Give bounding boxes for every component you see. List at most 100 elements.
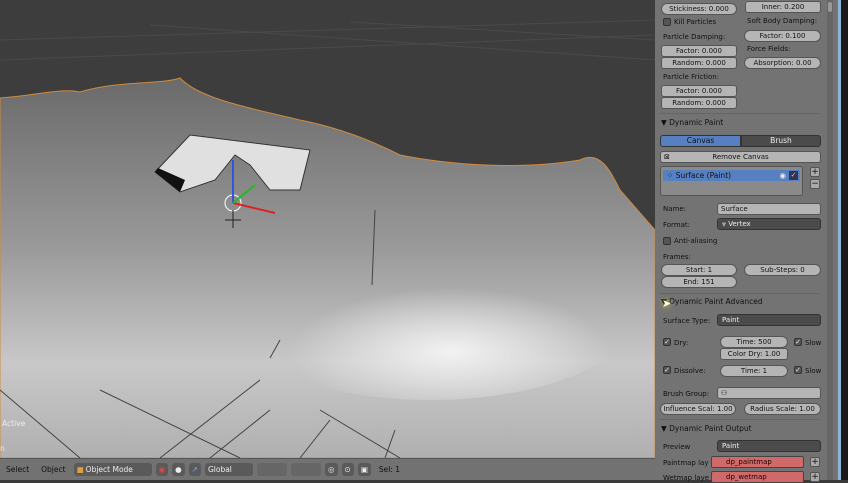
magnet-icon: ⊙	[344, 465, 351, 474]
surface-type-label: Surface Type:	[663, 317, 711, 325]
orientation-label: Global	[207, 465, 232, 474]
particle-damping-label: Particle Damping:	[663, 33, 726, 41]
dry-time-field[interactable]: Time: 500	[720, 336, 788, 348]
preview-label: Preview	[663, 443, 691, 451]
cube-icon: ■	[76, 465, 84, 474]
substeps-field[interactable]: Sub-Steps: 0	[744, 264, 821, 276]
friction-factor-field[interactable]: Factor: 0.000	[661, 85, 737, 97]
manipulator-icon: ↗	[191, 465, 198, 474]
scrollbar-thumb[interactable]	[828, 2, 832, 12]
viewport-shading-button[interactable]: ◉	[155, 463, 169, 476]
viewport-header: Select Object ■ Object Mode ◉ ● ↗ Global …	[0, 458, 655, 480]
output-header[interactable]: ▼ Dynamic Paint Output	[661, 424, 752, 433]
dry-label: Dry:	[674, 339, 689, 347]
list-item[interactable]: ⁘ Surface (Paint) ◉ ✓	[663, 170, 800, 181]
status-text: n	[0, 444, 5, 453]
terrain-scene	[0, 19, 655, 458]
add-paintmap-button[interactable]: +	[810, 457, 820, 467]
dry-slow-checkbox[interactable]: ✓	[794, 338, 802, 346]
remove-surface-button[interactable]: −	[810, 179, 820, 189]
dissolve-time-field[interactable]: Time: 1	[720, 365, 788, 377]
remove-canvas-label: Remove Canvas	[712, 153, 769, 161]
render-button[interactable]: ▣	[357, 463, 371, 476]
advanced-header[interactable]: ▼ Dynamic Paint Advanced	[661, 297, 763, 306]
manipulator-buttons[interactable]: ↗	[188, 463, 201, 476]
color-dry-field[interactable]: Color Dry: 1.00	[720, 348, 788, 360]
pivot-icon: ●	[175, 465, 182, 474]
camera-icon: ▣	[360, 465, 368, 474]
dry-slow-label: Slow	[805, 339, 822, 347]
proportional-edit-button[interactable]: ◎	[324, 463, 338, 476]
inner-field[interactable]: Inner: 0.200	[745, 1, 821, 13]
orientation-dropdown[interactable]: Global	[204, 463, 253, 476]
name-label: Name:	[663, 205, 687, 213]
dissolve-checkbox[interactable]: ✓	[663, 366, 671, 374]
dynamic-paint-title: Dynamic Paint	[669, 118, 724, 127]
add-wetmap-button[interactable]: +	[810, 472, 820, 482]
start-frame-field[interactable]: Start: 1	[661, 264, 737, 276]
format-label: Format:	[663, 221, 691, 229]
paintmap-layer-field[interactable]: dp_paintmap	[711, 456, 804, 468]
enabled-checkbox[interactable]: ✓	[789, 171, 798, 180]
dissolve-slow-checkbox[interactable]: ✓	[794, 366, 802, 374]
format-value: Vertex	[728, 220, 751, 228]
shading-icon: ◉	[158, 465, 166, 474]
dissolve-slow-label: Slow	[805, 367, 822, 375]
3d-viewport[interactable]: Active n	[0, 0, 655, 458]
scrollbar[interactable]	[827, 0, 833, 480]
wetmap-label: Wetmap laye	[663, 474, 710, 482]
friction-random-field[interactable]: Random: 0.000	[661, 97, 737, 109]
tab-canvas[interactable]: Canvas	[660, 135, 741, 147]
influence-scale-field[interactable]: Influence Scal: 1.00	[660, 403, 736, 415]
pivot-button[interactable]: ●	[172, 463, 185, 476]
layers-grid-1[interactable]	[256, 463, 287, 476]
menu-object[interactable]: Object	[37, 465, 69, 474]
brush-group-field[interactable]: ⚇	[717, 387, 821, 399]
anti-aliasing-label: Anti-aliasing	[674, 237, 718, 245]
group-icon: ⚇	[721, 389, 728, 397]
frames-label: Frames:	[663, 253, 691, 261]
surface-type-dropdown[interactable]: Paint	[717, 314, 821, 326]
mouse-cursor: ➤	[662, 297, 672, 310]
remove-icon: ⊠	[664, 153, 670, 161]
dry-checkbox[interactable]: ✓	[663, 338, 671, 346]
proportional-icon: ◎	[327, 465, 335, 474]
selection-count: Sel: 1	[378, 465, 401, 474]
grid-floor	[0, 19, 655, 61]
kill-particles-label: Kill Particles	[674, 18, 717, 26]
output-title: Dynamic Paint Output	[669, 424, 752, 433]
eye-icon[interactable]: ◉	[779, 170, 786, 181]
preview-dropdown[interactable]: Paint	[717, 440, 821, 452]
paintmap-label: Paintmap lay	[663, 459, 709, 467]
surface-item-label: Surface (Paint)	[675, 171, 732, 180]
soft-body-damping-label: Soft Body Damping:	[747, 17, 818, 25]
format-dropdown[interactable]: ⩔ Vertex	[717, 218, 821, 230]
anti-aliasing-checkbox[interactable]	[663, 237, 671, 245]
dynamic-paint-header[interactable]: ▼ Dynamic Paint	[661, 118, 723, 127]
menu-select[interactable]: Select	[2, 465, 33, 474]
wetmap-layer-field[interactable]: dp_wetmap	[711, 471, 804, 483]
window-border	[841, 0, 848, 480]
layers-grid-2[interactable]	[290, 463, 321, 476]
mode-dropdown[interactable]: ■ Object Mode	[73, 463, 152, 476]
force-fields-label: Force Fields:	[747, 45, 791, 53]
tab-brush[interactable]: Brush	[741, 135, 821, 147]
stickiness-field[interactable]: Stickiness: 0.000	[661, 3, 737, 15]
mode-label: Object Mode	[85, 465, 133, 474]
brush-group-label: Brush Group:	[663, 390, 710, 398]
add-surface-button[interactable]: +	[810, 167, 820, 177]
end-frame-field[interactable]: End: 151	[661, 276, 737, 288]
kill-particles-checkbox[interactable]	[663, 18, 671, 26]
advanced-title: Dynamic Paint Advanced	[669, 297, 763, 306]
dissolve-label: Dissolve:	[674, 367, 706, 375]
absorption-field[interactable]: Absorption: 0.00	[744, 57, 821, 69]
radius-scale-field[interactable]: Radius Scale: 1.00	[744, 403, 821, 415]
name-input[interactable]: Surface	[717, 203, 821, 215]
damping-factor-field[interactable]: Factor: 0.000	[661, 45, 737, 57]
soft-body-factor-field[interactable]: Factor: 0.100	[744, 30, 821, 42]
status-active: Active	[2, 419, 26, 428]
snap-button[interactable]: ⊙	[341, 463, 354, 476]
particle-friction-label: Particle Friction:	[663, 73, 720, 81]
remove-canvas-button[interactable]: ⊠ Remove Canvas	[660, 151, 821, 163]
damping-random-field[interactable]: Random: 0.000	[661, 57, 737, 69]
